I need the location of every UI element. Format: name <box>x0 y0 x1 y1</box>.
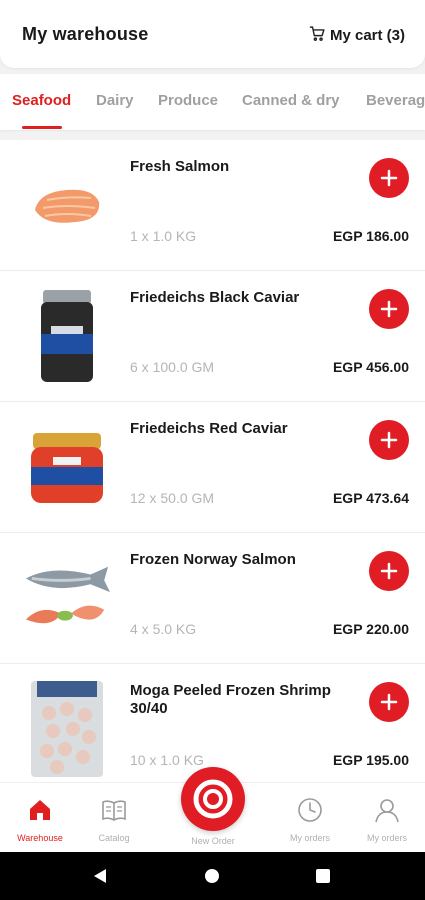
product-name: Friedeichs Red Caviar <box>130 420 288 437</box>
new-order-label: New Order <box>191 836 235 846</box>
list-item[interactable]: Frozen Norway Salmon 4 x 5.0 KG EGP 220.… <box>0 533 425 664</box>
product-name: Friedeichs Black Caviar <box>130 289 300 306</box>
shrimp-bag-image <box>22 676 112 781</box>
list-item[interactable]: Friedeichs Red Caviar 12 x 50.0 GM EGP 4… <box>0 402 425 533</box>
product-quantity: 12 x 50.0 GM <box>130 490 215 506</box>
add-to-cart-button[interactable] <box>369 158 409 198</box>
plus-icon <box>380 300 398 318</box>
cart-label: My cart (3) <box>329 27 405 44</box>
plus-icon <box>380 431 398 449</box>
back-icon[interactable] <box>92 868 108 884</box>
plus-icon <box>380 562 398 580</box>
add-to-cart-button[interactable] <box>369 289 409 329</box>
active-tab-indicator <box>22 126 62 129</box>
product-quantity: 10 x 1.0 KG <box>130 752 204 768</box>
product-name: Frozen Norway Salmon <box>130 551 296 568</box>
nav-label: Catalog <box>98 833 130 843</box>
add-to-cart-button[interactable] <box>369 551 409 591</box>
add-to-cart-button[interactable] <box>369 682 409 722</box>
list-item[interactable]: Friedeichs Black Caviar 6 x 100.0 GM EGP… <box>0 271 425 402</box>
recents-icon[interactable] <box>316 869 330 883</box>
whole-salmon-image <box>22 545 112 650</box>
cart-button[interactable]: My cart (3) <box>309 25 405 46</box>
tab-dairy[interactable]: Dairy <box>96 92 134 109</box>
nav-warehouse[interactable]: Warehouse <box>0 797 80 843</box>
product-price: EGP 473.64 <box>332 490 409 506</box>
salmon-fillet-image <box>22 152 112 257</box>
nav-my-orders-profile[interactable]: My orders <box>347 797 425 843</box>
add-to-cart-button[interactable] <box>369 420 409 460</box>
black-caviar-jar-image <box>22 283 112 388</box>
product-name: Fresh Salmon <box>130 158 230 175</box>
app-header: My warehouse My cart (3) <box>0 0 425 68</box>
target-icon <box>193 779 233 819</box>
nav-label: My orders <box>289 833 330 843</box>
product-price: EGP 456.00 <box>332 359 409 375</box>
tab-canned-dry[interactable]: Canned & dry <box>242 92 340 109</box>
product-quantity: 4 x 5.0 KG <box>130 621 197 637</box>
plus-icon <box>380 693 398 711</box>
cart-icon <box>309 25 326 46</box>
product-price: EGP 220.00 <box>332 621 409 637</box>
list-item[interactable]: Moga Peeled Frozen Shrimp 30/40 10 x 1.0… <box>0 664 425 782</box>
new-order-button[interactable] <box>181 767 245 831</box>
home-icon <box>30 800 50 820</box>
user-icon <box>375 799 399 823</box>
nav-label: Warehouse <box>17 833 63 843</box>
tab-seafood[interactable]: Seafood <box>12 92 71 109</box>
home-button-icon[interactable] <box>205 869 219 883</box>
category-tabs: Seafood Dairy Produce Canned & dry Bever… <box>0 74 425 130</box>
tab-produce[interactable]: Produce <box>158 92 218 109</box>
page-title: My warehouse <box>22 24 149 44</box>
product-price: EGP 186.00 <box>332 228 409 244</box>
system-nav-bar <box>0 852 425 900</box>
book-icon <box>102 800 126 821</box>
nav-my-orders[interactable]: My orders <box>270 797 350 843</box>
product-list: Fresh Salmon 1 x 1.0 KG EGP 186.00 Fried… <box>0 140 425 782</box>
product-quantity: 1 x 1.0 KG <box>130 228 197 244</box>
product-quantity: 6 x 100.0 GM <box>130 359 215 375</box>
plus-icon <box>380 169 398 187</box>
nav-catalog[interactable]: Catalog <box>74 797 154 843</box>
product-name: Moga Peeled Frozen Shrimp 30/40 <box>130 682 331 717</box>
nav-label: My orders <box>366 833 407 843</box>
tab-beverages[interactable]: Beverag <box>366 92 425 109</box>
product-price: EGP 195.00 <box>332 752 409 768</box>
list-item[interactable]: Fresh Salmon 1 x 1.0 KG EGP 186.00 <box>0 140 425 271</box>
red-caviar-jar-image <box>22 414 112 519</box>
clock-icon <box>298 798 322 822</box>
